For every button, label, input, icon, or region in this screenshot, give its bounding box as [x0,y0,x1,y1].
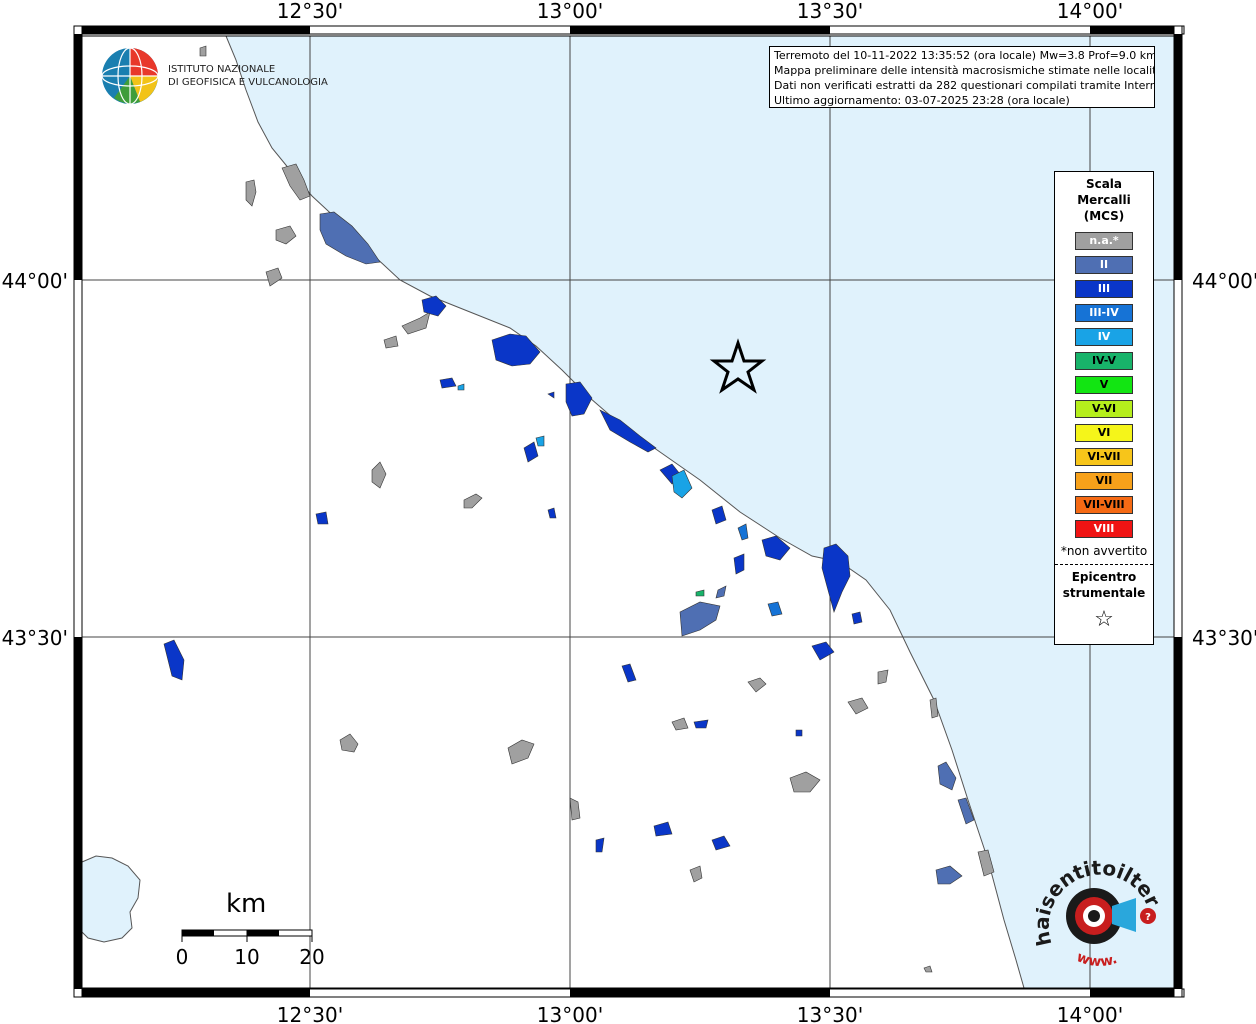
event-info-line2: Mappa preliminare delle intensità macros… [774,64,1155,77]
event-info-line1: Terremoto del 10-11-2022 13:35:52 (ora l… [774,49,1155,62]
event-info-line3: Dati non verificati estratti da 282 ques… [774,79,1155,92]
bottom-tick-3: 13°30' [797,1003,863,1024]
institute-line1: ISTITUTO NAZIONALE [168,64,276,75]
globe-icon [101,47,159,105]
bottom-tick-2: 13°00' [537,1003,603,1024]
star-icon: ☆ [1094,607,1114,632]
legend-item: III-IV [1075,304,1133,322]
legend-item: VI-VII [1075,448,1133,466]
legend-item: VII [1075,472,1133,490]
legend-item: IV-V [1075,352,1133,370]
bottom-tick-1: 12°30' [277,1003,343,1024]
legend-item: VIII [1075,520,1133,538]
legend-item: VII-VIII [1075,496,1133,514]
legend-item: V [1075,376,1133,394]
right-tick-1: 44°00' [1192,269,1256,293]
legend-item: V-VI [1075,400,1133,418]
scale-unit: km [226,889,267,919]
scale-label-10: 10 [234,945,259,969]
left-tick-2: 43°30' [2,626,68,650]
legend-epicentre-1: Epicentro [1071,570,1137,584]
legend-item: n.a.* [1075,232,1133,250]
hai-sentito-www: www. [1074,949,1119,970]
legend-title-2: Mercalli [1077,193,1131,207]
legend-epicentre-2: strumentale [1062,586,1146,600]
legend-item: IV [1075,328,1133,346]
top-tick-3: 13°30' [797,0,863,23]
legend-item: II [1075,256,1133,274]
top-tick-4: 14°00' [1057,0,1123,23]
top-tick-1: 12°30' [277,0,343,23]
legend-items: n.a.* II III III-IV IV IV-V V V-VI VI VI-VII VII VI… [1055,232,1153,538]
hai-sentito-logo: ? haisentitoilterremoto.it www. [1026,833,1166,986]
ingv-logo: ISTITUTO NAZIONALE DI GEOFISICA E VULCAN… [100,46,328,106]
legend-divider [1055,564,1153,565]
legend-title-1: Scala [1085,177,1123,191]
hai-sentito-icon: ? haisentitoilterremoto.it www. [1026,833,1166,970]
left-tick-1: 44°00' [2,269,68,293]
svg-text:?: ? [1145,912,1151,923]
mcs-legend: Scala Mercalli (MCS) n.a.* II III III-IV IV I… [1054,171,1154,645]
legend-note: *non avvertito [1060,544,1148,558]
scale-label-0: 0 [176,945,189,969]
legend-title-3: (MCS) [1083,209,1125,223]
institute-line2: DI GEOFISICA E VULCANOLOGIA [168,77,328,88]
bottom-tick-4: 14°00' [1057,1003,1123,1024]
event-info-line4: Ultimo aggiornamento: 03-07-2025 23:28 (… [774,94,1070,107]
scale-label-20: 20 [299,945,324,969]
right-tick-2: 43°30' [1192,626,1256,650]
legend-item: III [1075,280,1133,298]
top-tick-2: 13°00' [537,0,603,23]
event-info: Terremoto del 10-11-2022 13:35:52 (ora l… [769,46,1155,108]
legend-item: VI [1075,424,1133,442]
